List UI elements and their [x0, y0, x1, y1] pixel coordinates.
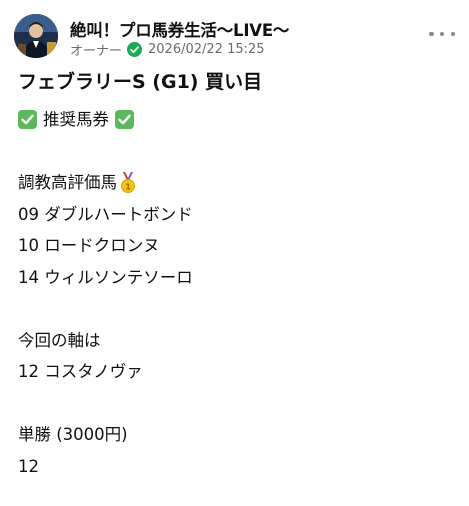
- horse-entry: 14 ウィルソンテソーロ: [18, 267, 193, 287]
- horse-entry: 09 ダブルハートボンド: [18, 204, 193, 224]
- more-dot: [450, 31, 455, 37]
- avatar[interactable]: [14, 14, 58, 58]
- more-dot: [429, 31, 434, 37]
- author-name[interactable]: 絶叫！プロ馬券生活〜LIVE〜: [70, 17, 289, 41]
- checkmark-box-icon: [18, 110, 37, 130]
- eval-heading-text: 調教高評価馬: [18, 173, 117, 192]
- more-options-icon[interactable]: [429, 28, 455, 40]
- recommend-label: 推奨馬券: [43, 110, 109, 129]
- svg-text:1: 1: [125, 182, 131, 191]
- post-header: 絶叫！プロ馬券生活〜LIVE〜 オーナー 2026/02/22 15:25: [14, 14, 455, 62]
- post-body: フェブラリーS (G1) 買い目 推奨馬券 調教高評価馬 1 09 ダブルハート…: [18, 68, 455, 482]
- recommend-line: 推奨馬券: [18, 104, 455, 136]
- gold-medal-icon: 1: [119, 171, 137, 194]
- post-meta: オーナー 2026/02/22 15:25: [70, 40, 265, 59]
- bet-heading: 単勝 (3000円): [18, 425, 128, 444]
- post-title: フェブラリーS (G1) 買い目: [18, 71, 263, 93]
- author-role: オーナー: [70, 44, 123, 59]
- eval-heading: 調教高評価馬 1: [18, 167, 455, 199]
- more-dot: [439, 31, 445, 37]
- bet-number: 12: [18, 456, 39, 476]
- post-card: 絶叫！プロ馬券生活〜LIVE〜 オーナー 2026/02/22 15:25 フェ…: [0, 0, 469, 506]
- post-timestamp: 2026/02/22 15:25: [148, 42, 265, 57]
- verified-check-icon: [127, 42, 143, 57]
- axis-heading: 今回の軸は: [18, 330, 101, 350]
- axis-horse: 12 コスタノヴァ: [18, 362, 143, 381]
- horse-entry: 10 ロードクロンヌ: [18, 236, 160, 255]
- checkmark-box-icon: [115, 110, 134, 130]
